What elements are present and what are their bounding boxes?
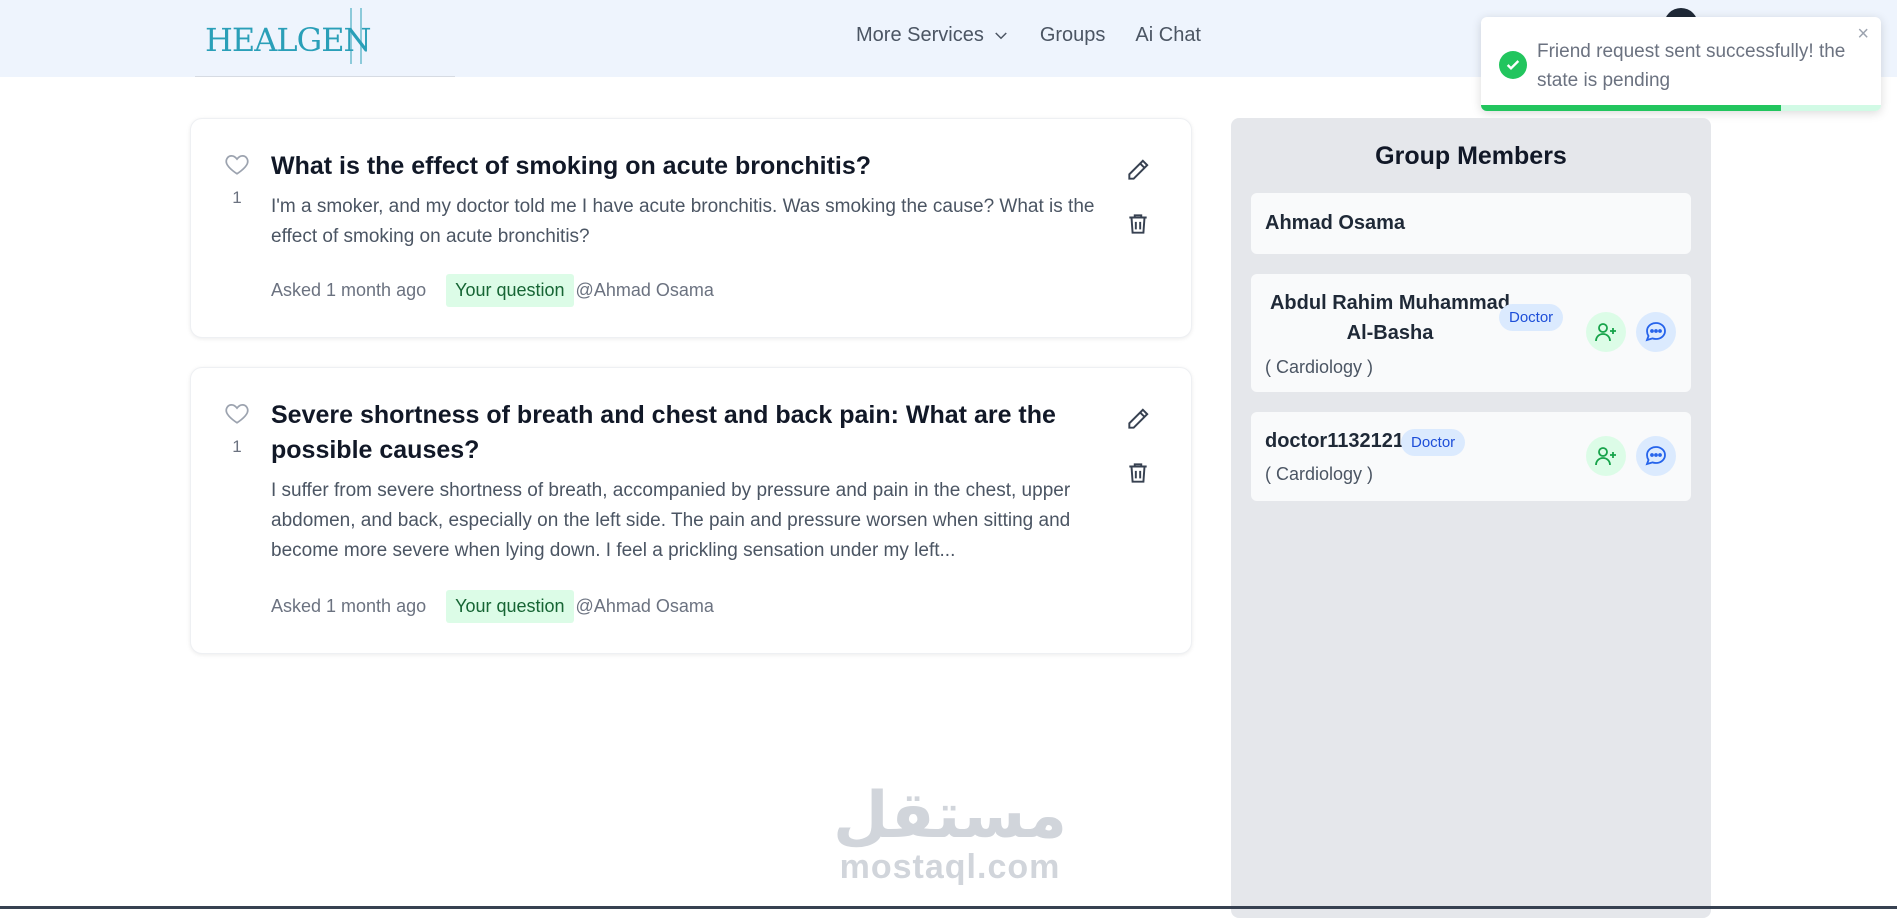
heart-icon[interactable] [223,400,251,426]
author-handle[interactable]: @Ahmad Osama [576,596,714,617]
nav-more-services[interactable]: More Services [856,24,1010,47]
check-circle-icon [1499,51,1527,79]
nav-links: More Services Groups Ai Chat [856,24,1201,47]
question-meta: Asked 1 month ago Your question @Ahmad O… [271,590,714,623]
like-count: 1 [232,188,242,207]
nav-groups[interactable]: Groups [1040,24,1106,47]
pencil-icon[interactable] [1125,406,1151,432]
like-control: 1 [223,151,251,208]
divider [195,76,455,77]
question-actions [1125,406,1151,486]
chat-bubble-icon [1645,446,1666,466]
question-title[interactable]: Severe shortness of breath and chest and… [271,398,1101,468]
doctor-badge: Doctor [1499,304,1564,331]
logo[interactable]: HEALGEN [205,8,455,72]
member-name: Abdul Rahim Muhammad Al-Basha [1269,292,1510,344]
watermark-arabic: مستقل [832,779,1068,851]
watermark-latin: mostaql.com [839,848,1061,886]
nav-groups-label: Groups [1039,24,1106,46]
nav-more-services-label: More Services [856,24,984,46]
add-friend-button[interactable] [1586,312,1626,352]
logo-text: HEALGEN [205,21,372,59]
like-count: 1 [232,437,242,456]
logo-mark [350,8,352,64]
group-members-panel: Group Members Ahmad Osama Abdul Rahim Mu… [1231,118,1711,918]
chat-bubble-icon [1645,322,1666,342]
question-card[interactable]: 1 What is the effect of smoking on acute… [190,118,1192,338]
watermark: مستقل mostaql.com [820,780,1080,884]
member-card[interactable]: Ahmad Osama [1251,193,1691,254]
trash-icon[interactable] [1125,460,1151,486]
nav-ai-chat[interactable]: Ai Chat [1135,24,1201,47]
question-card[interactable]: 1 Severe shortness of breath and chest a… [190,367,1192,654]
message-button[interactable] [1636,436,1676,476]
user-plus-icon [1595,323,1616,342]
question-body: I'm a smoker, and my doctor told me I ha… [271,196,1095,247]
asked-time: Asked 1 month ago [271,280,427,300]
panel-title: Group Members [1375,142,1567,170]
logo-mark-2 [360,8,362,64]
member-card[interactable]: Abdul Rahim Muhammad Al-Basha Doctor ( C… [1251,274,1691,392]
member-name: Ahmad Osama [1265,212,1406,234]
trash-icon[interactable] [1125,211,1151,237]
member-specialty: ( Cardiology ) [1265,464,1374,484]
chevron-down-icon [995,31,1007,39]
your-question-badge: Your question [446,274,574,307]
nav-ai-chat-label: Ai Chat [1135,24,1201,46]
message-button[interactable] [1636,312,1676,352]
member-specialty: ( Cardiology ) [1265,357,1374,377]
like-control: 1 [223,400,251,457]
close-icon[interactable]: × [1857,23,1869,46]
toast-notification: Friend request sent successfully! the st… [1481,17,1881,111]
pencil-icon[interactable] [1125,157,1151,183]
member-name: doctor1132121 [1265,430,1404,452]
heart-icon[interactable] [223,151,251,177]
user-plus-icon [1595,447,1616,466]
question-body: I suffer from severe shortness of breath… [271,480,1071,561]
doctor-badge: Doctor [1401,429,1466,456]
question-meta: Asked 1 month ago Your question @Ahmad O… [271,274,714,307]
asked-time: Asked 1 month ago [271,596,427,616]
your-question-badge: Your question [446,590,574,623]
question-actions [1125,157,1151,237]
member-card[interactable]: doctor1132121 Doctor ( Cardiology ) [1251,412,1691,501]
toast-progress-bar [1481,105,1781,111]
toast-message: Friend request sent successfully! the st… [1537,41,1846,91]
question-title[interactable]: What is the effect of smoking on acute b… [271,149,1101,184]
add-friend-button[interactable] [1586,436,1626,476]
author-handle[interactable]: @Ahmad Osama [576,280,714,301]
